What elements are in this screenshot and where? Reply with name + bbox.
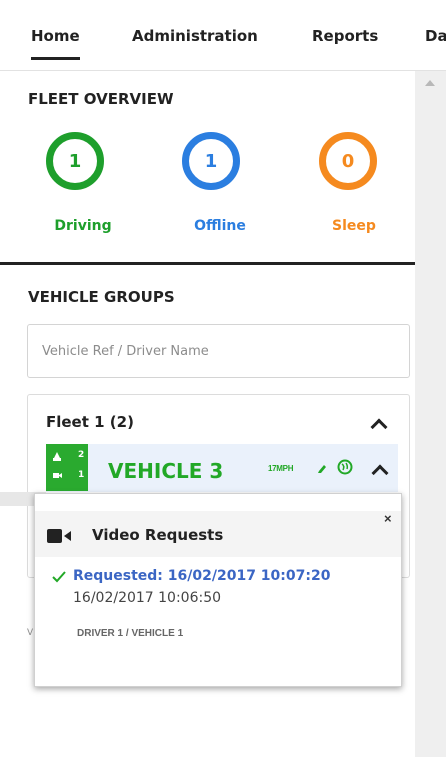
vehicle-search-input[interactable]	[27, 324, 410, 378]
vehicle-speed: 17MPH	[268, 464, 294, 473]
driving-count[interactable]: 1	[46, 132, 104, 190]
fleet-group-title[interactable]: Fleet 1 (2)	[46, 413, 134, 431]
underlay-text-fragment: V	[27, 628, 34, 638]
driving-label: Driving	[54, 218, 112, 234]
driver-vehicle-label: DRIVER 1 / VEHICLE 1	[77, 628, 184, 639]
close-icon[interactable]: ×	[384, 511, 392, 526]
top-nav: Home Administration Reports Da	[0, 0, 446, 71]
globe-icon[interactable]	[337, 459, 353, 475]
scrollbar-track[interactable]	[415, 71, 446, 757]
check-icon	[52, 571, 66, 583]
scroll-up-icon[interactable]	[425, 80, 435, 86]
tab-dashboard[interactable]: Da	[425, 27, 446, 45]
pencil-icon[interactable]	[316, 462, 328, 474]
badge-count-top: 2	[78, 450, 85, 460]
offline-count[interactable]: 1	[182, 132, 240, 190]
fleet-overview-title: FLEET OVERVIEW	[28, 90, 174, 108]
sleep-label: Sleep	[332, 218, 376, 234]
vehicle-name[interactable]: VEHICLE 3	[108, 459, 223, 483]
popup-title: Video Requests	[92, 526, 224, 544]
section-divider	[0, 262, 415, 265]
request-timestamp: 16/02/2017 10:06:50	[73, 590, 222, 606]
vehicle-groups-title: VEHICLE GROUPS	[28, 288, 175, 306]
tab-administration[interactable]: Administration	[132, 27, 258, 45]
tab-reports[interactable]: Reports	[312, 27, 378, 45]
vehicle-status-badge: 2 1	[46, 444, 88, 491]
sleep-count[interactable]: 0	[319, 132, 377, 190]
requested-video-link[interactable]: Requested: 16/02/2017 10:07:20	[73, 568, 330, 584]
badge-count-bottom: 1	[78, 470, 85, 480]
video-camera-icon	[47, 529, 71, 543]
tab-home[interactable]: Home	[31, 27, 80, 60]
offline-label: Offline	[194, 218, 246, 234]
